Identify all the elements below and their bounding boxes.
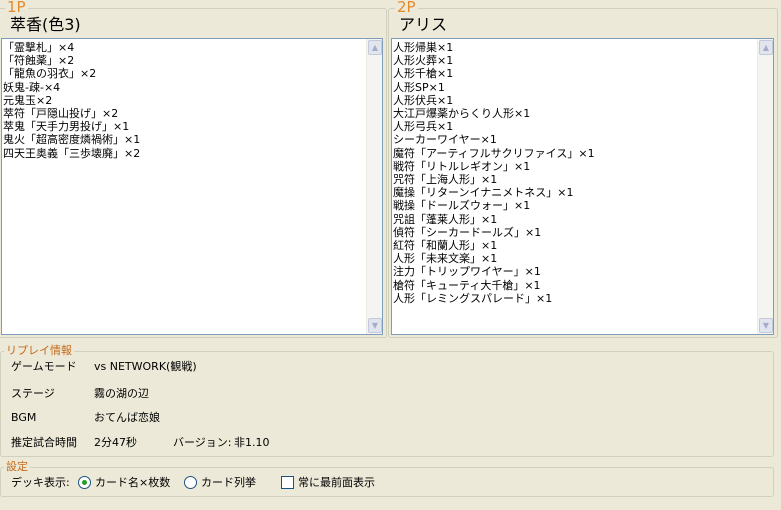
deck-card-item[interactable]: 戦符「リトルレギオン」×1 [393,160,773,173]
deck-card-item[interactable]: 咒符「上海人形」×1 [393,173,773,186]
player1-character: 萃香(色3) [10,15,81,34]
stage-label: ステージ [11,387,55,400]
stage-value: 霧の湖の辺 [94,387,149,400]
radio-card-list-label[interactable]: カード列挙 [201,476,256,490]
bgm-value: おてんば恋娘 [94,411,160,424]
game-mode-label: ゲームモード [11,360,77,373]
deck-card-item[interactable]: 偵符「シーカードールズ」×1 [393,226,773,239]
deck-card-item[interactable]: 人形帰巣×1 [393,41,773,54]
player2-character: アリス [399,15,448,34]
deck-card-item[interactable]: 人形「レミングスパレード」×1 [393,292,773,305]
deck-card-item[interactable]: 魔操「リターンイナニメトネス」×1 [393,186,773,199]
deck-card-item[interactable]: 鬼火「超高密度燐禍術」×1 [3,133,382,146]
deck-card-item[interactable]: 紅符「和蘭人形」×1 [393,239,773,252]
deck-card-item[interactable]: 萃符「戸隠山投げ」×2 [3,107,382,120]
match-time-value: 2分47秒 [94,436,137,449]
radio-card-name-count[interactable] [78,476,91,489]
deck-card-item[interactable]: 「霊撃札」×4 [3,41,382,54]
deck-card-item[interactable]: 人形「未来文楽」×1 [393,252,773,265]
radio-card-name-count-label[interactable]: カード名×枚数 [95,476,170,490]
deck-card-item[interactable]: 元鬼玉×2 [3,94,382,107]
deck-card-item[interactable]: 大江戸爆薬からくり人形×1 [393,107,773,120]
deck-card-item[interactable]: 魔符「アーティフルサクリファイス」×1 [393,147,773,160]
game-mode-value: vs NETWORK(観戦) [94,360,197,373]
deck-card-item[interactable]: 「龍魚の羽衣」×2 [3,67,382,80]
bgm-label: BGM [11,411,37,424]
scroll-down-arrow-icon[interactable]: ▼ [759,318,773,333]
deck-card-item[interactable]: 咒詛「蓬莱人形」×1 [393,213,773,226]
deck-card-item[interactable]: シーカーワイヤー×1 [393,133,773,146]
settings-legend: 設定 [4,460,30,473]
deck-card-item[interactable]: 人形SP×1 [393,81,773,94]
deck-card-item[interactable]: 人形千槍×1 [393,67,773,80]
player2-deck-list[interactable]: 人形帰巣×1 人形火葬×1 人形千槍×1 人形SP×1 人形伏兵×1 大江戸爆薬からくり人… [391,38,774,335]
player2-group: 2P アリス 人形帰巣×1 人形火葬×1 人形千槍×1 人形SP×1 人形伏兵×1 大江戸… [388,0,778,338]
player2-scrollbar[interactable]: ▲ ▼ [757,39,773,334]
deck-card-item[interactable]: 人形弓兵×1 [393,120,773,133]
player1-group: 1P 萃香(色3) 「霊撃札」×4 「符蝕薬」×2 「龍魚の羽衣」×2 妖鬼-疎-×4… [0,0,387,338]
player2-legend: 2P [395,0,418,16]
radio-card-list[interactable] [184,476,197,489]
player1-legend: 1P [5,0,28,16]
settings-group: 設定 デッキ表示: カード名×枚数 カード列挙 常に最前面表示 [0,461,774,497]
deck-display-label: デッキ表示: [11,476,70,489]
deck-card-item[interactable]: 人形火葬×1 [393,54,773,67]
player1-scrollbar[interactable]: ▲ ▼ [366,39,382,334]
deck-card-item[interactable]: 妖鬼-疎-×4 [3,81,382,94]
always-on-top-label[interactable]: 常に最前面表示 [298,476,375,490]
scroll-down-arrow-icon[interactable]: ▼ [368,318,382,333]
deck-card-item[interactable]: 人形伏兵×1 [393,94,773,107]
scroll-up-arrow-icon[interactable]: ▲ [759,40,773,55]
version-label: バージョン: [173,436,232,449]
player1-deck-list[interactable]: 「霊撃札」×4 「符蝕薬」×2 「龍魚の羽衣」×2 妖鬼-疎-×4 元鬼玉×2 萃符「戸隠… [1,38,383,335]
deck-card-item[interactable]: 萃鬼「天手力男投げ」×1 [3,120,382,133]
version-value: 非1.10 [234,436,270,449]
replay-info-legend: リプレイ情報 [4,344,74,357]
deck-card-item[interactable]: 注力「トリップワイヤー」×1 [393,265,773,278]
deck-card-item[interactable]: 戦操「ドールズウォー」×1 [393,199,773,212]
always-on-top-checkbox[interactable] [281,476,294,489]
deck-card-item[interactable]: 「符蝕薬」×2 [3,54,382,67]
scroll-up-arrow-icon[interactable]: ▲ [368,40,382,55]
deck-card-item[interactable]: 槍符「キューティ大千槍」×1 [393,279,773,292]
deck-card-item[interactable]: 四天王奥義「三歩壊廃」×2 [3,147,382,160]
replay-info-group: リプレイ情報 ゲームモード vs NETWORK(観戦) ステージ 霧の湖の辺 … [0,345,774,457]
match-time-label: 推定試合時間 [11,436,77,449]
